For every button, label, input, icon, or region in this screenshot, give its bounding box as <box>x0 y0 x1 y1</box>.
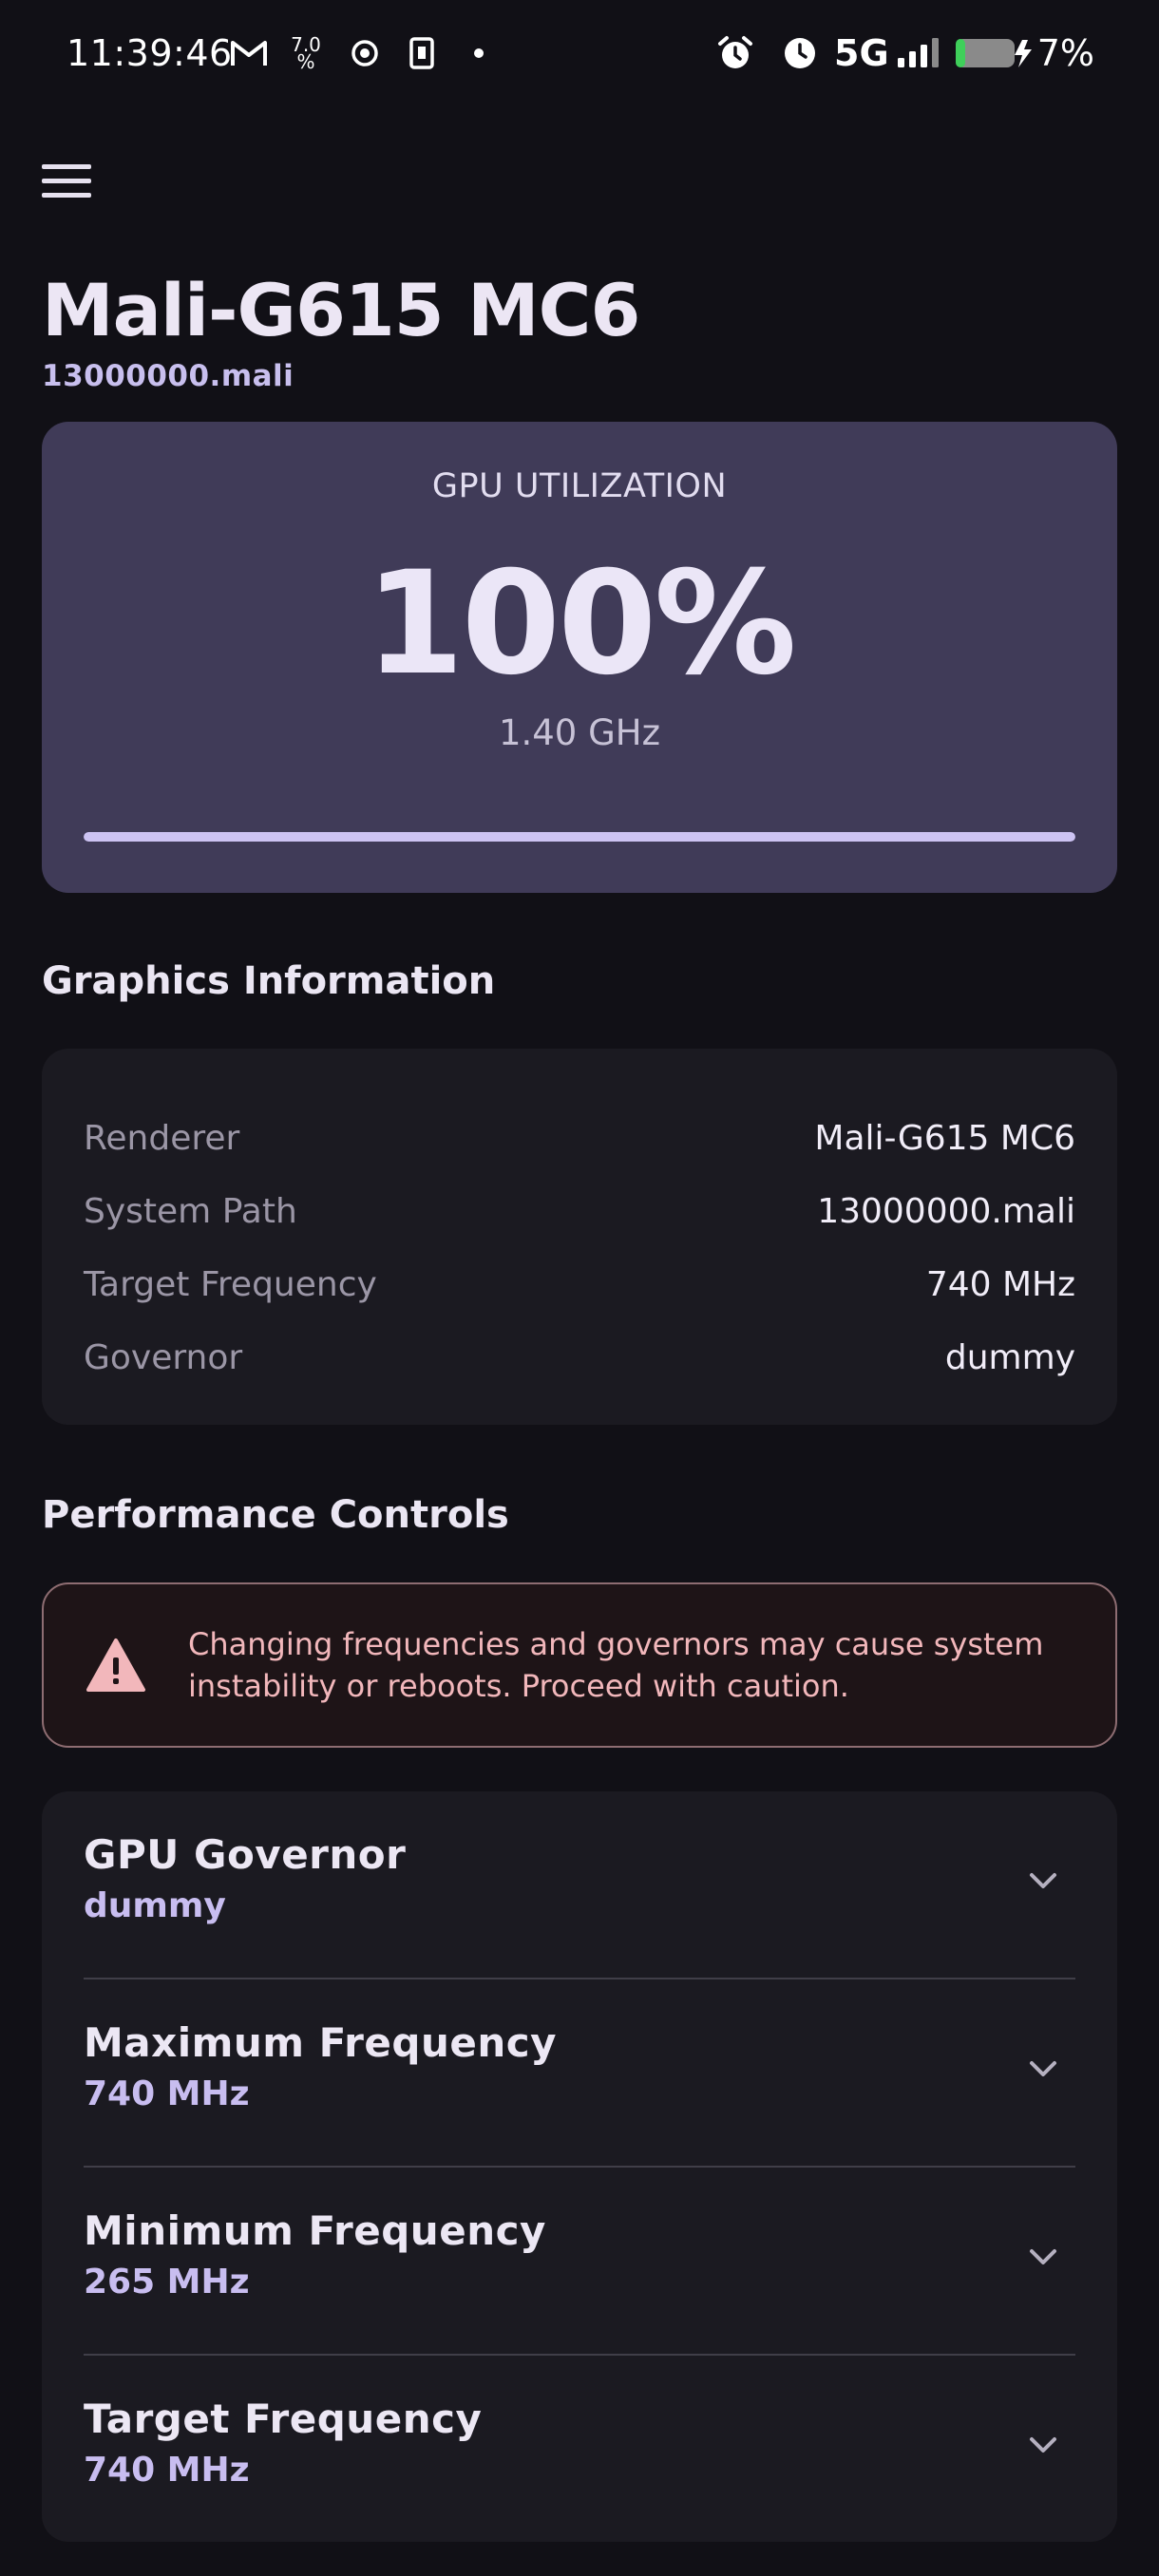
utilization-label: GPU UTILIZATION <box>431 467 728 505</box>
battery-charging-icon <box>954 34 1034 72</box>
signal-icon <box>895 34 942 72</box>
control-label: Minimum Frequency <box>84 2207 546 2254</box>
control-label: Target Frequency <box>84 2396 483 2442</box>
control-value: 265 MHz <box>84 2263 250 2301</box>
utilization-value: 100% <box>365 541 796 707</box>
control-value: 740 MHz <box>84 2451 250 2490</box>
battery-percent: 7% <box>1036 32 1094 74</box>
chevron-down-icon <box>1030 2061 1056 2076</box>
minimum-frequency-dropdown[interactable]: Minimum Frequency 265 MHz <box>84 2168 1075 2356</box>
utilization-progress-bar <box>84 832 1075 842</box>
status-time: 11:39:46 <box>66 32 233 74</box>
info-value: dummy <box>944 1338 1075 1377</box>
control-label: GPU Governor <box>84 1831 407 1878</box>
menu-icon <box>42 163 91 169</box>
record-icon <box>346 34 384 72</box>
control-value: dummy <box>84 1886 226 1925</box>
info-row-target-frequency: Target Frequency 740 MHz <box>84 1248 1075 1321</box>
sim-card-icon <box>403 34 441 72</box>
info-value: 13000000.mali <box>817 1192 1075 1231</box>
control-value: 740 MHz <box>84 2074 250 2113</box>
warning-icon <box>86 1638 145 1692</box>
graphics-info-card: Renderer Mali-G615 MC6 System Path 13000… <box>42 1049 1117 1425</box>
info-row-governor: Governor dummy <box>84 1321 1075 1394</box>
chevron-down-icon <box>1030 2437 1056 2453</box>
info-value: Mali-G615 MC6 <box>814 1119 1075 1158</box>
performance-controls-title: Performance Controls <box>42 1493 509 1537</box>
menu-button[interactable] <box>42 154 104 207</box>
info-row-system-path: System Path 13000000.mali <box>84 1175 1075 1248</box>
notification-dot-icon <box>469 34 488 72</box>
control-label: Maximum Frequency <box>84 2019 558 2066</box>
target-frequency-dropdown[interactable]: Target Frequency 740 MHz <box>84 2356 1075 2544</box>
utilization-progress-fill <box>84 832 1075 842</box>
maximum-frequency-dropdown[interactable]: Maximum Frequency 740 MHz <box>84 1979 1075 2168</box>
status-bar: 11:39:46 7.0 % 5G 7% <box>0 0 1159 110</box>
alarm-icon <box>714 34 756 72</box>
info-key: Governor <box>84 1338 243 1377</box>
gpu-utilization-card: GPU UTILIZATION 100% 1.40 GHz <box>42 422 1117 893</box>
info-key: Target Frequency <box>84 1265 377 1304</box>
utilization-frequency: 1.40 GHz <box>498 712 661 753</box>
performance-controls-card: GPU Governor dummy Maximum Frequency 740… <box>42 1791 1117 2542</box>
clock-icon <box>781 34 819 72</box>
graphics-info-title: Graphics Information <box>42 959 496 1003</box>
warning-banner: Changing frequencies and governors may c… <box>42 1582 1117 1748</box>
page-title: Mali-G615 MC6 <box>42 268 640 352</box>
info-key: Renderer <box>84 1119 240 1158</box>
warning-text: Changing frequencies and governors may c… <box>188 1626 1044 1704</box>
info-row-renderer: Renderer Mali-G615 MC6 <box>84 1102 1075 1175</box>
gmail-icon <box>228 34 270 72</box>
net-speed-indicator: 7.0 % <box>287 34 325 72</box>
info-key: System Path <box>84 1192 297 1231</box>
gpu-governor-dropdown[interactable]: GPU Governor dummy <box>84 1791 1075 1979</box>
info-value: 740 MHz <box>925 1265 1075 1304</box>
page-subtitle: 13000000.mali <box>42 359 294 393</box>
network-type: 5G <box>834 32 889 74</box>
chevron-down-icon <box>1030 1873 1056 1888</box>
net-speed-bottom: % <box>296 50 315 73</box>
chevron-down-icon <box>1030 2249 1056 2264</box>
